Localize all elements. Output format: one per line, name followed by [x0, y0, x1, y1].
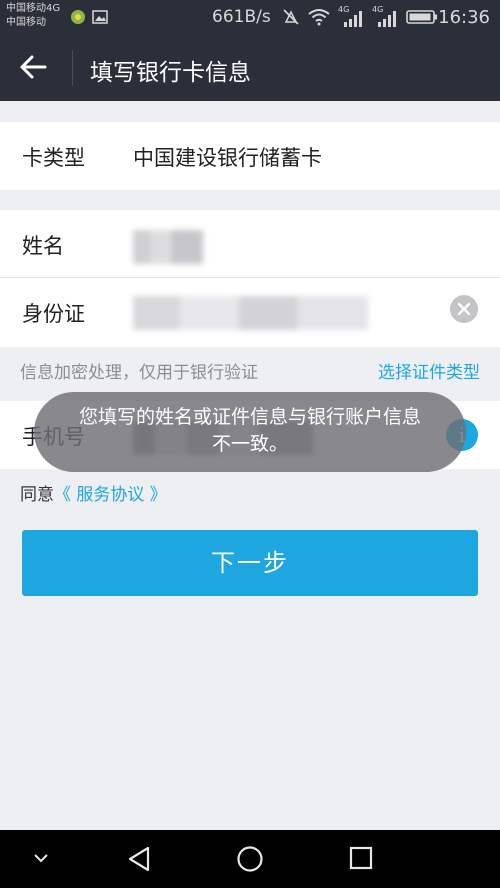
- back-button[interactable]: [18, 52, 48, 82]
- back-arrow-icon: [20, 55, 47, 79]
- chevron-down-icon[interactable]: [32, 850, 50, 869]
- carrier-info: 中国移动4G 中国移动: [6, 2, 60, 30]
- navigation-bar: [0, 830, 500, 888]
- carrier-line-2: 中国移动: [6, 17, 46, 28]
- back-triangle-icon[interactable]: [126, 845, 152, 877]
- mute-icon: [282, 8, 300, 30]
- recents-square-icon[interactable]: [348, 845, 374, 875]
- close-icon: [457, 302, 471, 316]
- agreement: 同意《 服务协议 》: [20, 480, 167, 505]
- toast-line-1: 您填写的姓名或证件信息与银行账户信息: [78, 406, 421, 428]
- wifi-icon: [308, 8, 330, 30]
- encryption-hint: 信息加密处理，仅用于银行验证: [20, 363, 258, 383]
- agreement-prefix: 同意: [20, 485, 54, 505]
- clock: 16:36: [438, 7, 490, 28]
- error-toast: 您填写的姓名或证件信息与银行账户信息 不一致。: [34, 392, 466, 472]
- image-icon: [92, 9, 108, 25]
- header-divider: [72, 50, 73, 86]
- page-title: 填写银行卡信息: [90, 60, 251, 86]
- id-card-label: 身份证: [22, 302, 85, 326]
- net-speed: 661B/s: [212, 7, 271, 27]
- name-label: 姓名: [22, 234, 64, 258]
- name-field[interactable]: [133, 230, 203, 264]
- home-circle-icon[interactable]: [236, 845, 264, 877]
- carrier-line-1: 中国移动4G: [6, 3, 61, 14]
- toast-line-2: 不一致。: [211, 433, 288, 455]
- card-type-row: 卡类型 中国建设银行储蓄卡: [0, 122, 500, 190]
- app-notification-icon: [70, 9, 86, 25]
- card-type-value: 中国建设银行储蓄卡: [133, 146, 322, 170]
- battery-icon: [406, 9, 438, 29]
- status-bar: 中国移动4G 中国移动 661B/s 4G 4G 16:36: [0, 0, 500, 34]
- card-type-section: 卡类型 中国建设银行储蓄卡: [0, 122, 500, 190]
- id-card-field[interactable]: [133, 296, 368, 330]
- select-id-type-link[interactable]: 选择证件类型: [378, 358, 480, 383]
- clear-button[interactable]: [450, 295, 478, 323]
- signal-icon: 4G: [338, 5, 364, 28]
- signal-icon: 4G: [372, 5, 398, 28]
- name-row: 姓名: [0, 210, 500, 278]
- service-agreement-link[interactable]: 《 服务协议 》: [54, 485, 167, 505]
- header: 填写银行卡信息: [0, 34, 500, 101]
- card-type-label: 卡类型: [22, 146, 85, 170]
- next-step-button[interactable]: 下一步: [22, 530, 478, 596]
